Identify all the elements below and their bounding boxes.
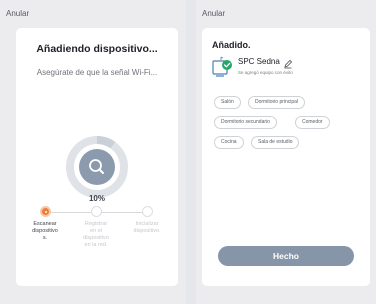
device-name: SPC Sedna <box>238 57 280 66</box>
wifi-hint-text: Asegúrate de que la señal Wi-Fi... <box>36 68 158 77</box>
edit-icon[interactable] <box>283 56 293 69</box>
page-title: Añadido. <box>212 40 251 50</box>
adding-device-screen: Anular Añadiendo dispositivo... Asegúrat… <box>0 0 186 304</box>
device-added-screen: Anular Añadido. SPC Sedna Se agregó equi… <box>196 0 376 304</box>
room-chip-comedor[interactable]: Comedor <box>295 116 330 129</box>
device-icon <box>212 56 234 78</box>
room-chip-sala-de-estudio[interactable]: Sala de estudio <box>251 136 300 149</box>
check-circle-icon <box>222 60 232 70</box>
step-label-scan: Escanear dispositivos. <box>32 221 58 241</box>
cancel-button[interactable]: Anular <box>202 9 225 18</box>
page-title: Añadiendo dispositivo... <box>36 43 158 55</box>
room-chip-salon[interactable]: Salón <box>214 96 241 109</box>
step-dot-register <box>91 206 102 217</box>
cancel-button[interactable]: Anular <box>6 9 29 18</box>
room-chip-dormitorio-secundario[interactable]: Dormitorio secundario <box>214 116 277 129</box>
adding-device-card: Añadiendo dispositivo... Asegúrate de qu… <box>16 28 178 286</box>
step-dot-init <box>142 206 153 217</box>
room-chip-dormitorio-principal[interactable]: Dormitorio principal <box>248 96 306 109</box>
step-label-register: Registrar en el dispositivo en la red. <box>83 221 109 248</box>
room-chip-cocina[interactable]: Cocina <box>214 136 244 149</box>
progress-ring <box>66 136 128 198</box>
device-added-card: Añadido. SPC Sedna Se agregó equipo con … <box>202 28 370 286</box>
done-button[interactable]: Hecho <box>218 246 354 266</box>
step-dot-scan <box>40 206 51 217</box>
progress-percent: 10% <box>88 194 105 203</box>
step-label-init: Inicializar dispositivo. <box>133 221 161 234</box>
device-status-text: Se agregó equipo con éxito <box>238 70 293 75</box>
